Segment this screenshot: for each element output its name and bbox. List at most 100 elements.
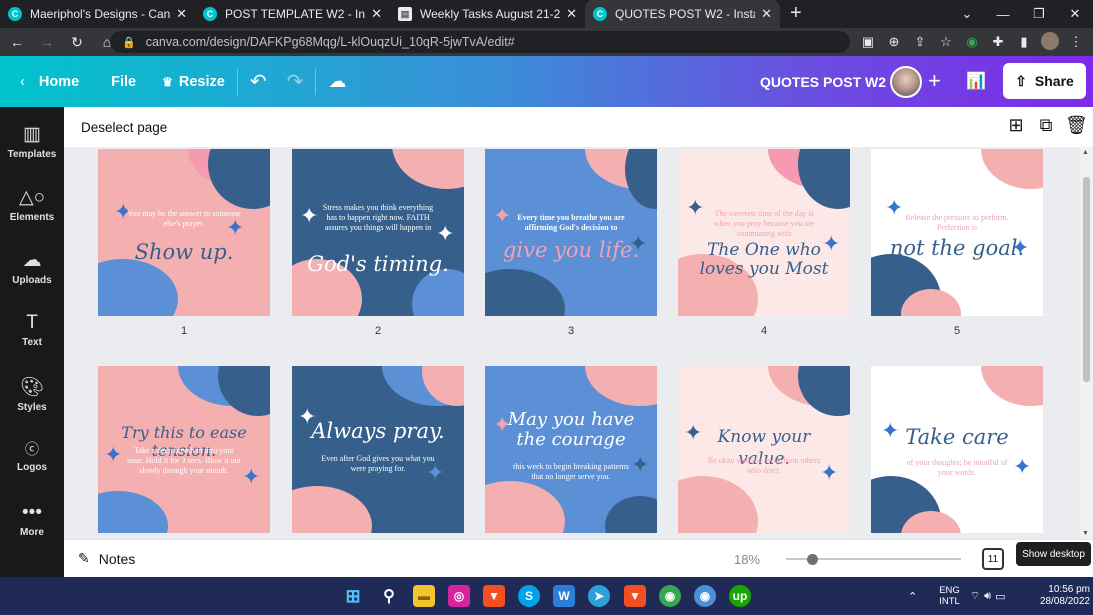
design-page-6[interactable]: ✦ ✦ Try this to ease tension. Take a dee… — [98, 366, 270, 533]
back-icon[interactable]: ← — [4, 34, 30, 50]
scrollbar-thumb[interactable] — [1083, 177, 1090, 382]
design-page-8[interactable]: ✦ ✦ May you have the courage this week t… — [485, 366, 657, 533]
browser-tab-1[interactable]: C Maeriphol's Designs - Canva ✕ — [0, 0, 195, 28]
chevron-down-icon[interactable]: ⌄ — [949, 6, 985, 22]
sidebar-item-logos[interactable]: ⓒ Logos — [0, 439, 64, 473]
sidebar-item-text[interactable]: T Text — [0, 312, 64, 348]
page-number: 4 — [760, 325, 768, 337]
blue-blob-shape — [412, 269, 464, 316]
design-page-5[interactable]: ✦ ✦ Release the pressure to perform. Per… — [871, 149, 1043, 316]
add-page-icon[interactable]: ⊞ — [1005, 115, 1027, 136]
deselect-page-button[interactable]: Deselect page — [81, 120, 167, 135]
design-page-10[interactable]: ✦ ✦ Take care of your thoughts; be mindf… — [871, 366, 1043, 533]
share-page-icon[interactable]: ⇪ — [909, 34, 931, 50]
sidebar-item-elements[interactable]: △○ Elements — [0, 186, 64, 223]
brave-browser-icon[interactable]: ▼ — [624, 585, 646, 607]
avatar[interactable] — [890, 66, 922, 98]
design-page-4[interactable]: ✦ ✦ The sweetest time of the day is when… — [678, 149, 850, 316]
close-window-icon[interactable]: ✕ — [1057, 6, 1093, 22]
design-title[interactable]: QUOTES POST W2 — [760, 74, 886, 90]
restore-icon[interactable]: ❐ — [1021, 6, 1057, 22]
design-page-9[interactable]: ✦ ✦ Know your value. Be okay walking awa… — [678, 366, 850, 533]
battery-icon[interactable]: ▭ — [995, 590, 1005, 603]
chevron-up-icon[interactable]: ⌃ — [908, 590, 917, 603]
quote-text: Release the pressure to perform. Perfect… — [905, 213, 1009, 232]
tab-title: POST TEMPLATE W2 - Instagram — [225, 7, 366, 21]
undo-icon[interactable]: ↶ — [250, 69, 267, 94]
profile-avatar[interactable] — [1039, 31, 1061, 53]
canvas-scrollbar[interactable]: ▲ ▼ — [1080, 147, 1093, 539]
browser-tab-3[interactable]: ▤ Weekly Tasks August 21-27, 2022 ✕ — [390, 0, 585, 28]
blue-blob-shape — [98, 491, 168, 533]
design-page-1[interactable]: ✦ ✦ You may be the answer to someone els… — [98, 149, 270, 316]
page-count-button[interactable]: 11 — [982, 548, 1004, 570]
insights-icon[interactable]: 📊 — [959, 64, 993, 98]
skype-icon[interactable]: S — [518, 585, 540, 607]
script-text: The One who loves you Most — [699, 240, 829, 279]
chrome-icon[interactable]: ◉ — [659, 585, 681, 607]
volume-icon[interactable]: 🔊︎ — [984, 590, 991, 603]
minimize-icon[interactable]: — — [985, 7, 1021, 22]
resize-label: Resize — [178, 73, 225, 90]
sidebar-item-templates[interactable]: ▥ Templates — [0, 123, 64, 160]
close-icon[interactable]: ✕ — [371, 6, 382, 22]
zoom-level[interactable]: 18% — [734, 552, 760, 567]
extensions-puzzle-icon[interactable]: ✚ — [987, 34, 1009, 50]
file-explorer-icon[interactable]: ▬ — [413, 585, 435, 607]
duplicate-page-icon[interactable]: ⧉ — [1035, 115, 1057, 136]
extension-off-icon[interactable]: ◉ — [961, 34, 983, 50]
windows-start-icon[interactable]: ⊞ — [342, 585, 364, 607]
browser-tab-4[interactable]: C QUOTES POST W2 - Instagram P ✕ — [585, 0, 780, 28]
new-tab-icon[interactable]: + — [790, 0, 802, 28]
url-input[interactable]: 🔒 canva.com/design/DAFKPg68Mqg/L-klOuqzU… — [110, 31, 850, 53]
word-icon[interactable]: W — [553, 585, 575, 607]
resize-button[interactable]: ♛ Resize — [162, 74, 225, 90]
zoom-slider-handle[interactable] — [807, 554, 818, 565]
reload-icon[interactable]: ↻ — [64, 34, 90, 51]
telegram-icon[interactable]: ➤ — [588, 585, 610, 607]
tab-title: Weekly Tasks August 21-27, 2022 — [420, 7, 561, 21]
browser-menu-icon[interactable]: ⋮ — [1065, 34, 1087, 50]
forward-icon[interactable]: → — [34, 34, 60, 50]
url-text: canva.com/design/DAFKPg68Mqg/L-klOuqzUi_… — [145, 35, 515, 49]
wifi-icon[interactable]: ⌔ — [970, 589, 980, 603]
clock[interactable]: 10:56 pm 28/08/2022 — [1026, 584, 1090, 608]
language-indicator[interactable]: ENG INTL — [939, 585, 960, 607]
templates-icon: ▥ — [23, 124, 41, 145]
sidebar-item-label: Styles — [17, 402, 47, 413]
brave-icon[interactable]: ▼ — [483, 585, 505, 607]
sidebar-item-label: Text — [22, 337, 42, 348]
search-icon[interactable]: ⚲ — [378, 585, 400, 607]
close-icon[interactable]: ✕ — [761, 6, 772, 22]
bookmark-star-icon[interactable]: ☆ — [935, 34, 957, 50]
design-page-7[interactable]: ✦ ✦ Always pray. Even after God gives yo… — [292, 366, 464, 533]
close-icon[interactable]: ✕ — [176, 6, 187, 22]
scroll-up-icon[interactable]: ▲ — [1082, 149, 1089, 156]
navy-blob-shape — [218, 366, 270, 416]
cloud-saved-icon[interactable]: ☁ — [328, 71, 346, 92]
redo-icon[interactable]: ↷ — [287, 69, 304, 94]
close-icon[interactable]: ✕ — [566, 6, 577, 22]
home-button[interactable]: ‹ Home — [20, 74, 79, 90]
browser-tab-2[interactable]: C POST TEMPLATE W2 - Instagram ✕ — [195, 0, 390, 28]
instagram-icon[interactable]: ◎ — [448, 585, 470, 607]
sidepanel-icon[interactable]: ▮ — [1013, 34, 1035, 50]
design-page-3[interactable]: ✦ ✦ Every time you breathe you are affir… — [485, 149, 657, 316]
notes-button[interactable]: ✎ Notes — [78, 550, 135, 567]
sidebar-item-uploads[interactable]: ☁ Uploads — [0, 249, 64, 286]
zoom-icon[interactable]: ⊕ — [883, 34, 905, 50]
script-text: Show up. — [134, 240, 234, 264]
add-collaborator-icon[interactable]: + — [928, 68, 941, 94]
file-menu-button[interactable]: File — [111, 74, 136, 90]
share-button[interactable]: ⇧ Share — [1003, 63, 1086, 99]
sidebar-item-styles[interactable]: 🎨︎ Styles — [0, 375, 64, 413]
trash-icon[interactable]: 🗑︎ — [1065, 115, 1088, 136]
chrome-profile-icon[interactable]: ◉ — [694, 585, 716, 607]
page-number: 1 — [180, 325, 188, 337]
upwork-icon[interactable]: up — [729, 585, 751, 607]
design-page-2[interactable]: ✦ ✦ Stress makes you think everything ha… — [292, 149, 464, 316]
sidebar-item-more[interactable]: ••• More — [0, 502, 64, 538]
navy-blob-shape — [605, 496, 657, 533]
install-icon[interactable]: ▣ — [857, 34, 879, 50]
scroll-down-icon[interactable]: ▼ — [1082, 530, 1089, 537]
